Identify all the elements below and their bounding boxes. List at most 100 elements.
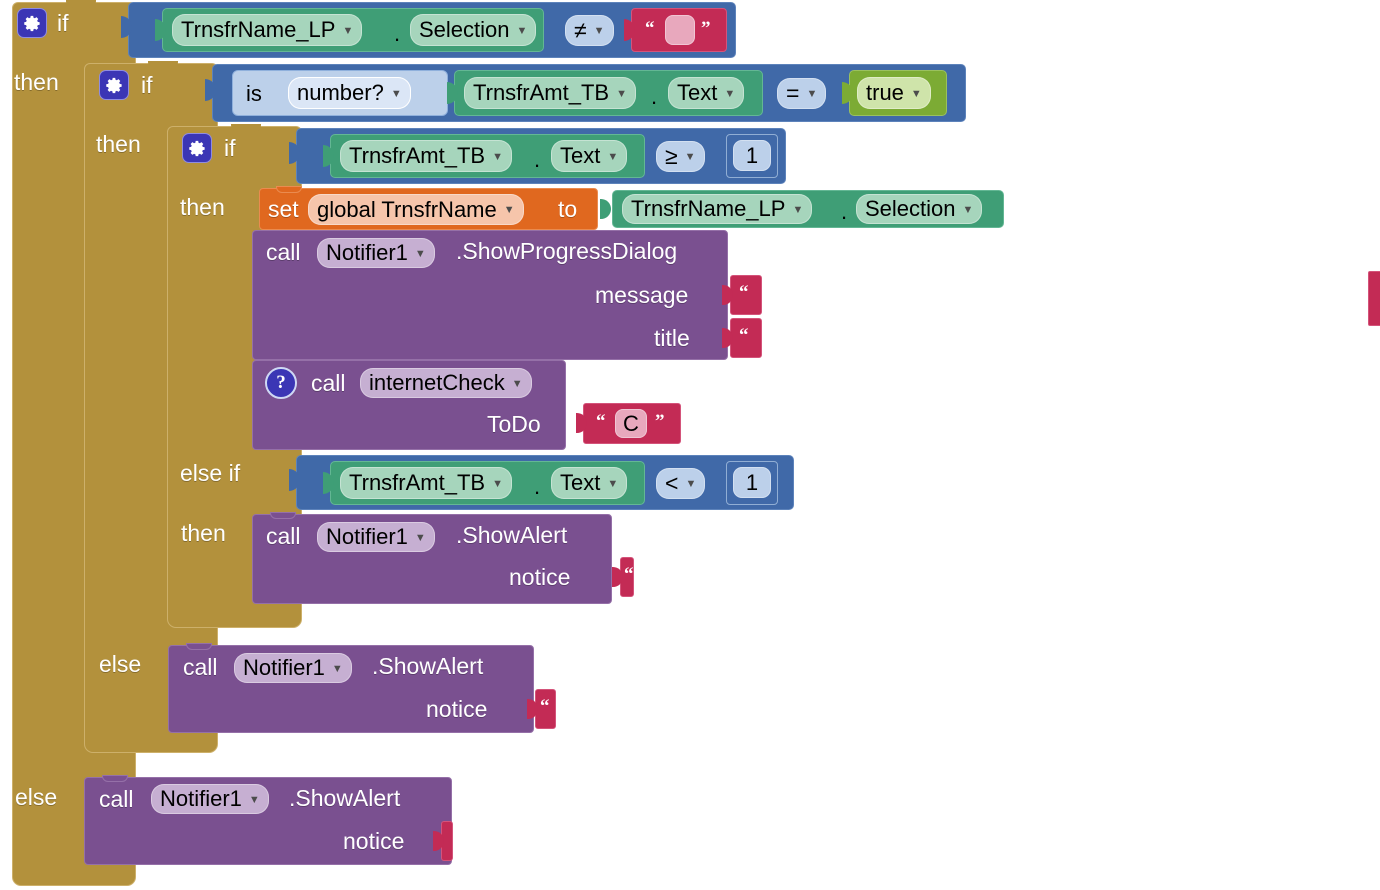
chevron-down-icon: ▼ <box>616 87 627 100</box>
method-name: .ShowProgressDialog <box>456 238 678 264</box>
open-quote: “ <box>739 282 749 303</box>
chevron-down-icon: ▼ <box>593 25 605 37</box>
chevron-down-icon: ▼ <box>503 204 515 216</box>
if-inner-then-label: then <box>180 194 225 220</box>
text-value: C <box>623 410 639 436</box>
component-dropdown-notifier1[interactable]: Notifier1 ▼ <box>151 784 269 814</box>
predicate-name: number? <box>297 80 384 105</box>
chevron-down-icon: ▼ <box>607 477 619 490</box>
property-dropdown-text[interactable]: Text ▼ <box>668 77 745 109</box>
chevron-down-icon: ▼ <box>607 150 619 163</box>
question-mark-icon[interactable]: ? <box>265 367 297 399</box>
gear-icon[interactable] <box>182 133 212 163</box>
component-name: TrnsfrAmt_TB <box>349 470 486 495</box>
component-getter-plug <box>600 199 611 219</box>
component-dropdown-notifier1[interactable]: Notifier1 ▼ <box>317 522 435 552</box>
dot-separator: . <box>534 147 541 172</box>
chevron-down-icon: ▼ <box>414 531 426 544</box>
boolean-value: true <box>866 80 904 105</box>
property-dropdown-text[interactable]: Text ▼ <box>551 140 628 172</box>
property-name: Selection <box>865 196 956 221</box>
if-outer-else-label: else <box>15 784 58 810</box>
component-dropdown-trnsframt-tb[interactable]: TrnsfrAmt_TB ▼ <box>340 467 512 499</box>
text-value-field[interactable] <box>665 15 695 45</box>
chevron-down-icon: ▼ <box>792 203 804 216</box>
call-label: call <box>266 239 301 265</box>
gear-icon[interactable] <box>17 8 47 38</box>
dot-separator: . <box>394 21 401 46</box>
open-quote: “ <box>624 564 634 585</box>
component-dropdown-trnsframt-tb[interactable]: TrnsfrAmt_TB ▼ <box>340 140 512 172</box>
operator-dropdown-equals[interactable]: = ▼ <box>777 78 827 109</box>
component-name: Notifier1 <box>243 655 325 680</box>
call-label: call <box>266 523 301 549</box>
component-name: TrnsfrAmt_TB <box>349 143 486 168</box>
call-label: call <box>183 654 218 680</box>
to-label: to <box>558 196 578 222</box>
property-dropdown-text[interactable]: Text ▼ <box>551 467 628 499</box>
property-name: Text <box>677 80 718 105</box>
number-value-field[interactable]: 1 <box>733 467 771 498</box>
component-dropdown-trnsfrname-lp[interactable]: TrnsfrName_LP ▼ <box>622 194 813 224</box>
call-alert-outer-top-notch <box>102 775 128 782</box>
predicate-dropdown-number[interactable]: number? ▼ <box>288 77 411 109</box>
chevron-down-icon: ▼ <box>248 793 260 806</box>
component-dropdown-notifier1[interactable]: Notifier1 ▼ <box>317 238 435 268</box>
orphan-text-block-fragment[interactable] <box>1368 271 1380 326</box>
chevron-down-icon: ▼ <box>492 150 503 163</box>
method-name: .ShowAlert <box>289 785 401 811</box>
if-inner-else-if-label: else if <box>180 460 241 486</box>
open-quote: “ <box>645 18 655 39</box>
component-dropdown-trnsfrname-lp[interactable]: TrnsfrName_LP ▼ <box>172 14 363 46</box>
chevron-down-icon: ▼ <box>685 478 697 490</box>
close-quote: ” <box>701 18 711 39</box>
operator-symbol: = <box>786 80 800 106</box>
call-alert-middle-top-notch <box>186 643 212 650</box>
operator-dropdown-gte[interactable]: ≥ ▼ <box>656 141 705 172</box>
property-dropdown-selection[interactable]: Selection ▼ <box>856 194 983 224</box>
if-inner-then2-label: then <box>181 520 226 546</box>
component-dropdown-notifier1[interactable]: Notifier1 ▼ <box>234 653 352 683</box>
call-label: call <box>311 370 346 396</box>
arg-label-notice: notice <box>343 828 405 854</box>
arg-label-notice: notice <box>426 696 488 722</box>
arg-label-message: message <box>595 282 689 308</box>
blocks-canvas[interactable]: if then else TrnsfrName_LP ▼ . Selection… <box>0 0 1380 890</box>
call-alert-inner-top-notch <box>270 512 296 519</box>
operator-symbol: ≥ <box>665 143 678 169</box>
operator-dropdown-lt[interactable]: < ▼ <box>656 468 706 499</box>
chevron-down-icon: ▼ <box>684 151 696 163</box>
number-value-field[interactable]: 1 <box>733 140 771 171</box>
component-dropdown-trnsframt-tb[interactable]: TrnsfrAmt_TB ▼ <box>464 77 636 109</box>
open-quote: “ <box>596 411 606 432</box>
operator-symbol: < <box>665 470 679 496</box>
operator-dropdown-not-equal[interactable]: ≠ ▼ <box>565 15 614 46</box>
chevron-down-icon: ▼ <box>910 87 922 100</box>
chevron-down-icon: ▼ <box>414 247 426 260</box>
chevron-down-icon: ▼ <box>511 377 523 390</box>
set-label: set <box>268 196 299 222</box>
variable-dropdown-global-trnsfrname[interactable]: global TrnsfrName ▼ <box>308 194 524 225</box>
property-name: Text <box>560 470 601 495</box>
boolean-dropdown-true[interactable]: true ▼ <box>857 77 931 109</box>
chevron-down-icon: ▼ <box>962 203 974 216</box>
text-value-field-todo[interactable]: C <box>615 409 647 438</box>
chevron-down-icon: ▼ <box>492 477 503 490</box>
method-name: .ShowAlert <box>372 653 484 679</box>
property-name: Text <box>560 143 601 168</box>
chevron-down-icon: ▼ <box>806 88 818 100</box>
if-middle-top-notch <box>148 61 178 69</box>
property-name: Selection <box>419 17 510 42</box>
if-inner-if-label: if <box>224 135 236 161</box>
open-quote: “ <box>739 325 749 346</box>
gear-icon[interactable] <box>99 70 129 100</box>
set-global-top-notch <box>276 186 302 193</box>
dot-separator: . <box>534 474 541 499</box>
if-middle-else-label: else <box>99 651 142 677</box>
chevron-down-icon: ▼ <box>331 662 343 675</box>
procedure-dropdown-internetcheck[interactable]: internetCheck ▼ <box>360 368 532 398</box>
if-inner-top-notch <box>231 124 261 132</box>
method-name: .ShowAlert <box>456 522 568 548</box>
property-dropdown-selection[interactable]: Selection ▼ <box>410 14 537 46</box>
if-middle-if-label: if <box>141 72 153 98</box>
